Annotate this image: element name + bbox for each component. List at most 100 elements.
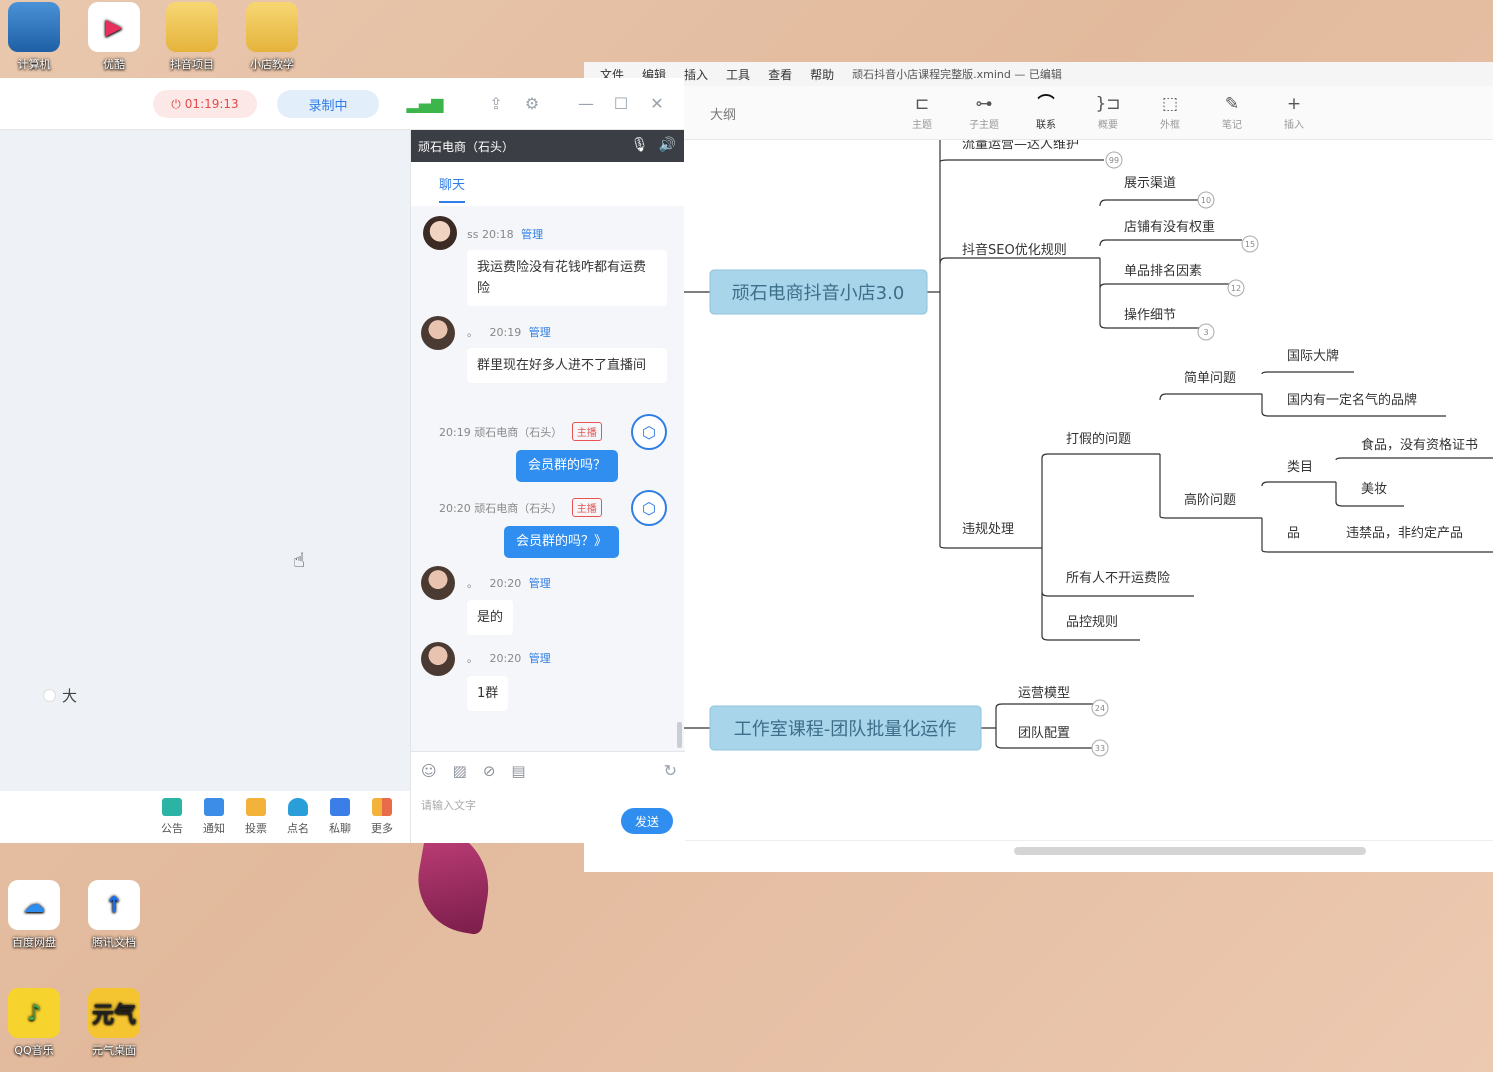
badge[interactable]: 10 [1197,191,1215,209]
topic-no-freight-insurance[interactable]: 所有人不开运费险 [1066,571,1170,586]
desktop-icon-label: 元气桌面 [92,1044,136,1057]
emoji-icon[interactable]: ☺ [421,762,437,780]
badge[interactable]: 33 [1091,739,1109,757]
topic-seo[interactable]: 抖音SEO优化规则 [962,242,1067,258]
topic-violation[interactable]: 违规处理 [962,522,1014,537]
host-avatar[interactable]: ⬡ [631,414,667,450]
desktop-icon-yuanqi[interactable]: 元气 元气桌面 [82,988,146,1058]
avatar[interactable] [421,566,455,600]
chat-input[interactable]: 请输入文字 [421,797,476,813]
document-title: 顽石抖音小店课程完整版.xmind — 已编辑 [852,68,1062,81]
minimize-icon[interactable]: — [575,92,597,114]
tool-vote[interactable]: 投票 [242,798,270,836]
close-icon[interactable]: ✕ [646,92,668,114]
recording-button[interactable]: 录制中 [277,90,379,118]
message-bubble: 群里现在好多人进不了直播间 [467,348,667,383]
desktop-icon-folder-store[interactable]: 小店教学 [240,2,304,72]
topic-advanced-issue[interactable]: 高阶问题 [1184,492,1236,508]
live-top-bar: ⏻ 01:19:13 录制中 ▂▄▆ ⇪ ⚙ — ☐ ✕ [0,78,684,130]
tool-rollcall[interactable]: 点名 [284,798,312,836]
topic-domestic-brand[interactable]: 国内有一定名气的品牌 [1287,392,1417,408]
folder-icon [246,2,298,52]
avatar[interactable] [421,316,455,350]
topic-ranking-factors[interactable]: 单品排名因素 [1124,263,1202,279]
topic-prohibited-goods[interactable]: 违禁品，非约定产品 [1346,526,1463,541]
topic-intl-brand[interactable]: 国际大牌 [1287,348,1339,364]
desktop-icon-computer[interactable]: 计算机 [2,2,66,72]
channel-title: 顽石电商（石头） [418,139,515,154]
size-option-large[interactable]: 大 [43,685,77,706]
topic-cosmetics[interactable]: 美妆 [1361,482,1387,497]
relationship-button[interactable]: ⌒ 联系 [1024,92,1068,131]
topic-product[interactable]: 品 [1287,526,1300,541]
refresh-icon[interactable]: ↻ [664,761,677,780]
topic-operation-details[interactable]: 操作细节 [1124,307,1176,323]
desktop-icon-qq-music[interactable]: ♪ QQ音乐 [2,988,66,1058]
vote-icon [246,798,266,816]
desktop-icon-tencent-docs[interactable]: ↑ 腾讯文档 [82,880,146,950]
desktop-icon-baidu-netdisk[interactable]: ☁ 百度网盘 [2,880,66,950]
mindmap-canvas[interactable]: 顽石电商抖音小店3.0 工作室课程-团队批量化运作 流量运营—达人维护 抖音SE… [584,140,1493,840]
tool-private-chat[interactable]: 私聊 [326,798,354,836]
menu-tools[interactable]: 工具 [726,66,750,83]
tool-notice[interactable]: 通知 [200,798,228,836]
image-icon[interactable]: ▨ [453,762,467,780]
note-button[interactable]: ✎ 笔记 [1210,92,1254,131]
sender-name: ss [467,228,479,241]
badge[interactable]: 3 [1197,323,1215,341]
badge[interactable]: 12 [1227,279,1245,297]
badge[interactable]: 99 [1105,151,1123,169]
settings-icon[interactable]: ⚙ [521,92,543,114]
live-timer: 01:19:13 [184,97,239,111]
stop-live-button[interactable]: ⏻ 01:19:13 [153,90,257,118]
boundary-icon: ⬚ [1161,94,1179,114]
avatar[interactable] [421,642,455,676]
tool-label: 子主题 [969,120,999,131]
tab-chat[interactable]: 聊天 [439,174,466,203]
desktop-icon-youku[interactable]: ▶ 优酷 [82,2,146,72]
menu-insert[interactable]: 插入 [684,66,708,83]
tool-more[interactable]: 更多 [368,798,396,836]
upload-icon[interactable]: ⇪ [485,92,507,114]
topic-traffic-ops[interactable]: 流量运营—达人维护 [962,140,1079,152]
chat-header: 顽石电商（石头） 🎙 🔊 [411,130,684,162]
desktop-icon-label: QQ音乐 [14,1044,54,1057]
message-list[interactable]: ss 20:18 管理 我运费险没有花钱咋都有运费险 。 20:19 管理 群里… [411,206,684,751]
baidu-netdisk-icon: ☁ [8,880,60,930]
topic-food-license[interactable]: 食品，没有资格证书 [1361,437,1478,453]
topic-team-config[interactable]: 团队配置 [1018,726,1070,741]
host-avatar[interactable]: ⬡ [631,490,667,526]
folder-icon [166,2,218,52]
tool-announcement[interactable]: 公告 [158,798,186,836]
topic-counterfeit[interactable]: 打假的问题 [1066,431,1131,447]
badge[interactable]: 15 [1241,235,1259,253]
topic-simple-issue[interactable]: 简单问题 [1184,370,1236,386]
badge[interactable]: 24 [1091,699,1109,717]
maximize-icon[interactable]: ☐ [610,92,632,114]
horizontal-scrollbar[interactable] [584,840,1493,872]
send-button[interactable]: 发送 [621,808,673,834]
microphone-icon[interactable]: 🎙 [631,137,649,153]
topic-operation-model[interactable]: 运营模型 [1018,686,1070,701]
outline-button[interactable]: 大纲 [710,104,736,123]
insert-button[interactable]: + 插入 [1272,92,1316,131]
menu-view[interactable]: 查看 [768,66,792,83]
badge-count: 33 [1095,744,1105,753]
summary-button[interactable]: }⊐ 概要 [1086,92,1130,131]
boundary-button[interactable]: ⬚ 外框 [1148,92,1192,131]
speaker-icon[interactable]: 🔊 [659,137,676,153]
topic-quality-control[interactable]: 品控规则 [1066,615,1118,630]
topic-category[interactable]: 类目 [1287,460,1313,475]
topic-button[interactable]: ⊏ 主题 [900,92,944,131]
topic-display-channel[interactable]: 展示渠道 [1124,176,1176,191]
gift-icon[interactable]: ⊘ [483,762,496,780]
scrollbar-thumb[interactable] [1014,847,1366,855]
message-bubble: 是的 [467,600,514,635]
menu-help[interactable]: 帮助 [810,66,834,83]
avatar[interactable] [423,216,457,250]
topic-store-weight[interactable]: 店铺有没有权重 [1124,219,1215,235]
desktop-icon-folder-douyin[interactable]: 抖音项目 [160,2,224,72]
chat-scrollbar[interactable] [677,722,682,748]
card-icon[interactable]: ▤ [511,762,525,780]
subtopic-button[interactable]: ⊶ 子主题 [962,92,1006,131]
